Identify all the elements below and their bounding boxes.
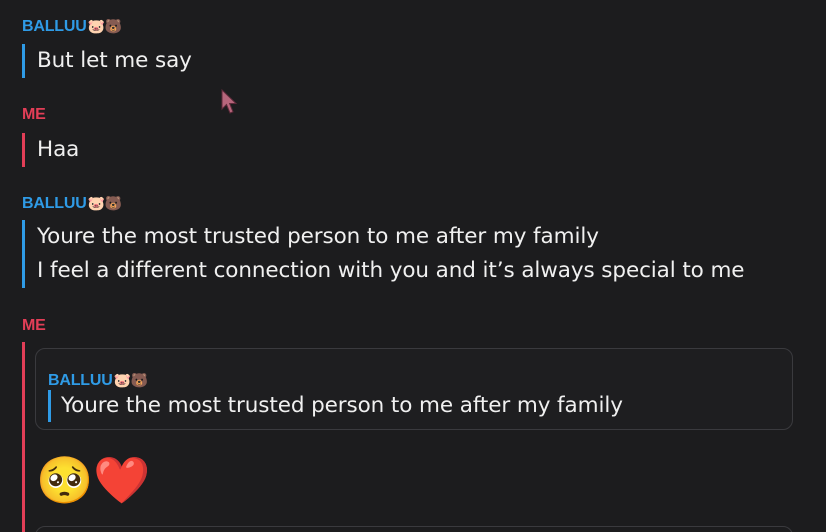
message-sender-me: ME — [22, 317, 46, 335]
sender-emoji: 🐷🐻 — [113, 372, 149, 388]
message-bubble[interactable]: Youre the most trusted person to me afte… — [22, 220, 745, 288]
red-heart-emoji: ❤️ — [93, 453, 151, 507]
message-bubble[interactable]: But let me say — [22, 44, 192, 78]
message-sender-balluu: BALLUU🐷🐻 — [22, 194, 122, 213]
quoted-reply[interactable]: BALLUU🐷🐻 Youre the most trusted person t… — [35, 348, 793, 430]
sender-emoji: 🐷🐻 — [87, 18, 123, 34]
chat-transcript: BALLUU🐷🐻 But let me say ME Haa BALLUU🐷🐻 … — [0, 0, 826, 532]
message-text: Youre the most trusted person to me afte… — [37, 224, 599, 249]
sender-name: ME — [22, 106, 46, 123]
sender-name: ME — [22, 317, 46, 334]
message-accent-bar — [22, 342, 25, 532]
sender-emoji: 🐷🐻 — [87, 195, 123, 211]
message-text: Haa — [37, 137, 80, 162]
sender-name: BALLUU — [48, 372, 113, 389]
next-quoted-reply[interactable] — [35, 526, 793, 532]
message-bubble[interactable]: Haa — [22, 133, 79, 167]
quoted-text: Youre the most trusted person to me afte… — [61, 393, 623, 418]
mouse-pointer-icon — [221, 89, 238, 114]
sender-name: BALLUU — [22, 18, 87, 35]
quoted-sender: BALLUU🐷🐻 — [48, 371, 148, 390]
message-text: But let me say — [37, 48, 192, 73]
message-text: I feel a different connection with you a… — [37, 258, 745, 283]
pleading-face-emoji: 🥺 — [36, 453, 94, 507]
quoted-text-block: Youre the most trusted person to me afte… — [48, 390, 623, 422]
sender-name: BALLUU — [22, 195, 87, 212]
message-sender-me: ME — [22, 106, 46, 124]
message-sender-balluu: BALLUU🐷🐻 — [22, 17, 122, 36]
emoji-message[interactable]: 🥺❤️ — [36, 452, 151, 508]
